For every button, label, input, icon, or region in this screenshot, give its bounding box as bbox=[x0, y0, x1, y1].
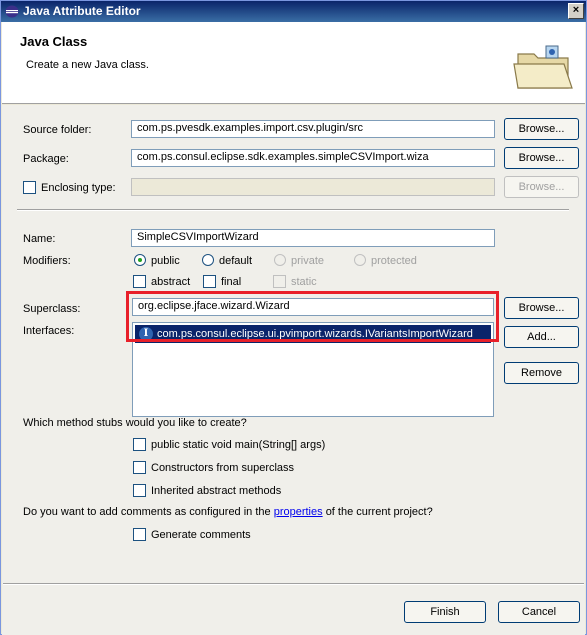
abstract-checkbox[interactable] bbox=[133, 275, 146, 288]
abstract-label: abstract bbox=[151, 276, 191, 288]
private-radio bbox=[274, 254, 286, 266]
title-bar[interactable]: Java Attribute Editor × bbox=[1, 1, 586, 22]
static-checkbox bbox=[273, 275, 286, 288]
source-folder-label: Source folder: bbox=[23, 124, 92, 136]
enclosing-type-checkbox[interactable] bbox=[23, 181, 36, 194]
generate-comments-checkbox[interactable] bbox=[133, 528, 146, 541]
separator bbox=[17, 209, 569, 211]
static-label: static bbox=[291, 276, 317, 288]
modifiers-label: Modifiers: bbox=[23, 255, 71, 267]
protected-radio-label: protected bbox=[371, 255, 417, 267]
final-checkbox[interactable] bbox=[203, 275, 216, 288]
stubs-question: Which method stubs would you like to cre… bbox=[23, 417, 247, 429]
enclosing-type-label: Enclosing type: bbox=[41, 182, 116, 194]
name-field[interactable]: SimpleCSVImportWizard bbox=[131, 229, 495, 247]
form-area: Source folder: com.ps.pvesdk.examples.im… bbox=[2, 105, 585, 635]
cancel-button[interactable]: Cancel bbox=[498, 601, 580, 623]
constructors-checkbox[interactable] bbox=[133, 461, 146, 474]
enclosing-type-field bbox=[131, 178, 495, 196]
default-radio[interactable] bbox=[202, 254, 214, 266]
folder-icon bbox=[513, 45, 573, 89]
wizard-banner: Java Class Create a new Java class. bbox=[2, 22, 585, 104]
protected-radio bbox=[354, 254, 366, 266]
public-radio[interactable] bbox=[134, 254, 146, 266]
highlight-box bbox=[126, 291, 499, 342]
package-field[interactable]: com.ps.consul.eclipse.sdk.examples.simpl… bbox=[131, 149, 495, 167]
footer-separator bbox=[3, 583, 584, 585]
default-radio-label: default bbox=[219, 255, 253, 267]
package-label: Package: bbox=[23, 153, 69, 165]
eclipse-icon bbox=[5, 5, 19, 18]
source-folder-browse-button[interactable]: Browse... bbox=[504, 118, 579, 140]
private-radio-label: private bbox=[291, 255, 325, 267]
dialog-window: Java Attribute Editor × Java Class Creat… bbox=[0, 0, 587, 635]
main-method-checkbox[interactable] bbox=[133, 438, 146, 451]
superclass-browse-button[interactable]: Browse... bbox=[504, 297, 579, 319]
constructors-label: Constructors from superclass bbox=[151, 462, 295, 474]
window-title: Java Attribute Editor bbox=[23, 4, 141, 18]
banner-subtitle: Create a new Java class. bbox=[26, 59, 149, 71]
source-folder-field[interactable]: com.ps.pvesdk.examples.import.csv.plugin… bbox=[131, 120, 495, 138]
main-method-label: public static void main(String[] args) bbox=[151, 439, 326, 451]
name-label: Name: bbox=[23, 233, 56, 245]
interfaces-label: Interfaces: bbox=[23, 325, 75, 337]
remove-interface-button[interactable]: Remove bbox=[504, 362, 579, 384]
package-browse-button[interactable]: Browse... bbox=[504, 147, 579, 169]
banner-heading: Java Class bbox=[20, 34, 88, 49]
final-label: final bbox=[221, 276, 242, 288]
public-radio-label: public bbox=[151, 255, 180, 267]
inherited-methods-checkbox[interactable] bbox=[133, 484, 146, 497]
comments-question-suffix: of the current project? bbox=[325, 506, 433, 518]
enclosing-type-browse-button: Browse... bbox=[504, 176, 579, 198]
close-button[interactable]: × bbox=[568, 3, 584, 19]
inherited-methods-label: Inherited abstract methods bbox=[151, 485, 282, 497]
finish-button[interactable]: Finish bbox=[404, 601, 486, 623]
comments-question: Do you want to add comments as configure… bbox=[23, 506, 433, 518]
comments-question-prefix: Do you want to add comments as configure… bbox=[23, 506, 271, 518]
generate-comments-label: Generate comments bbox=[151, 529, 251, 541]
properties-link[interactable]: properties bbox=[274, 506, 323, 518]
add-interface-button[interactable]: Add... bbox=[504, 326, 579, 348]
superclass-label: Superclass: bbox=[23, 303, 81, 315]
